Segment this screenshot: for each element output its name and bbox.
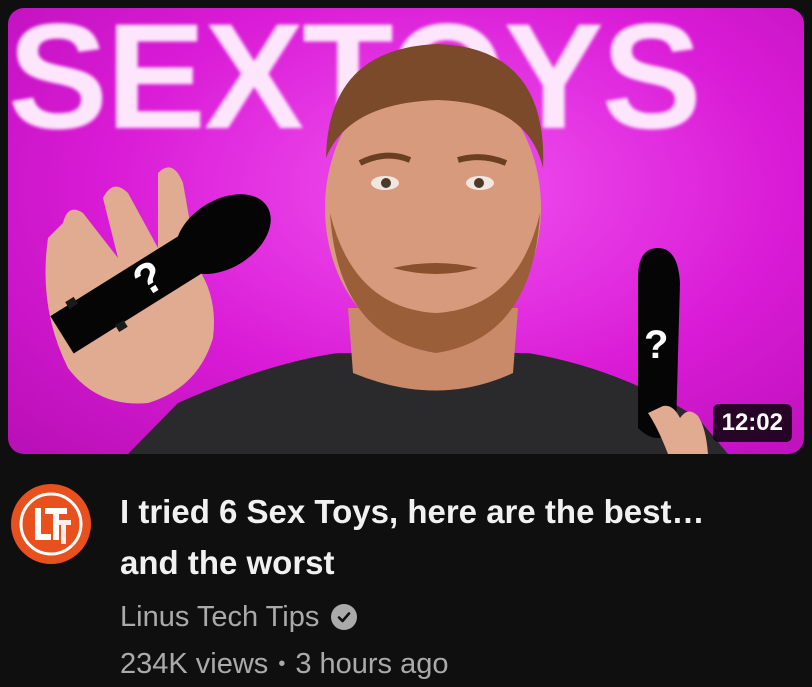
- check-circle-icon: [331, 604, 358, 630]
- ltt-logo-icon: [14, 487, 88, 561]
- video-meta: I tried 6 Sex Toys, here are the best… a…: [0, 470, 812, 687]
- svg-text:?: ?: [644, 323, 668, 367]
- video-title[interactable]: I tried 6 Sex Toys, here are the best… a…: [120, 486, 760, 588]
- meta-separator: •: [278, 652, 286, 675]
- video-stats: 234K views • 3 hours ago: [120, 644, 449, 684]
- view-count: 234K views: [120, 647, 269, 680]
- duration-badge: 12:02: [712, 404, 792, 442]
- upload-age: 3 hours ago: [295, 647, 449, 680]
- channel-name: Linus Tech Tips: [120, 600, 320, 633]
- channel-link[interactable]: Linus Tech Tips: [120, 597, 358, 637]
- thumbnail-artwork: ? ?: [45, 44, 728, 454]
- channel-avatar[interactable]: [11, 484, 91, 564]
- video-thumbnail[interactable]: SEXTOYS ? ?: [8, 8, 804, 454]
